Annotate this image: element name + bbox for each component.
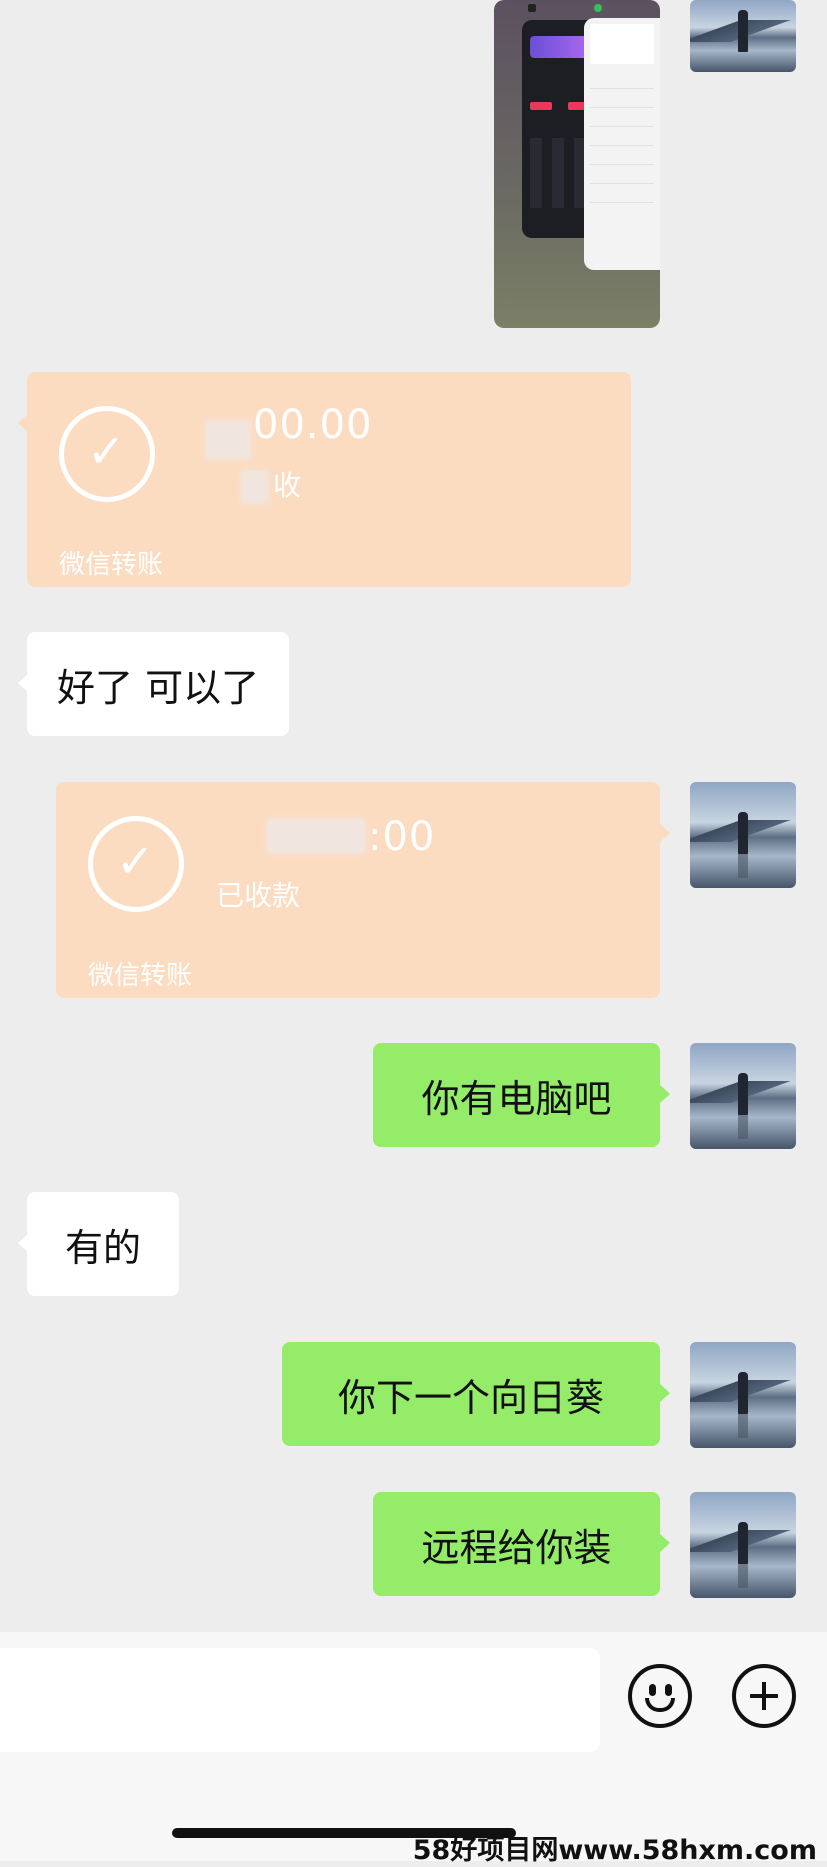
avatar-self[interactable] xyxy=(690,1043,796,1149)
transfer-status: 已收款 xyxy=(216,879,301,912)
transfer-card-received[interactable]: ✓ 00.00 收 微信转账 xyxy=(27,372,631,587)
outgoing-message[interactable]: 你有电脑吧 xyxy=(373,1043,660,1147)
avatar-self[interactable] xyxy=(690,0,796,72)
avatar-self[interactable] xyxy=(690,1342,796,1448)
incoming-message[interactable]: 好了 可以了 xyxy=(27,632,290,736)
transfer-status: 收 xyxy=(273,469,302,502)
message-input[interactable] xyxy=(0,1648,600,1752)
avatar-self[interactable] xyxy=(690,1492,796,1598)
check-icon: ✓ xyxy=(116,834,155,888)
outgoing-message[interactable]: 你下一个向日葵 xyxy=(282,1342,660,1446)
outgoing-message[interactable]: 远程给你装 xyxy=(373,1492,660,1596)
watermark-text: 58好项目网www.58hxm.com xyxy=(412,1835,817,1866)
douyin-icon xyxy=(528,4,536,12)
transfer-amount: :00 xyxy=(368,814,436,860)
check-icon: ✓ xyxy=(87,424,126,478)
transfer-amount: 00.00 xyxy=(253,402,373,448)
image-message-screenshot[interactable] xyxy=(494,0,660,328)
input-toolbar xyxy=(0,1632,827,1861)
transfer-card-sent[interactable]: ✓ :00 已收款 微信转账 xyxy=(56,782,660,998)
transfer-label: 微信转账 xyxy=(88,961,193,991)
smiley-icon[interactable] xyxy=(628,1664,692,1728)
screenshot-menu-panel xyxy=(584,18,660,270)
wechat-icon xyxy=(594,4,602,12)
transfer-label: 微信转账 xyxy=(59,550,164,580)
avatar-self[interactable] xyxy=(690,782,796,888)
plus-icon[interactable] xyxy=(732,1664,796,1728)
incoming-message[interactable]: 有的 xyxy=(27,1192,179,1296)
